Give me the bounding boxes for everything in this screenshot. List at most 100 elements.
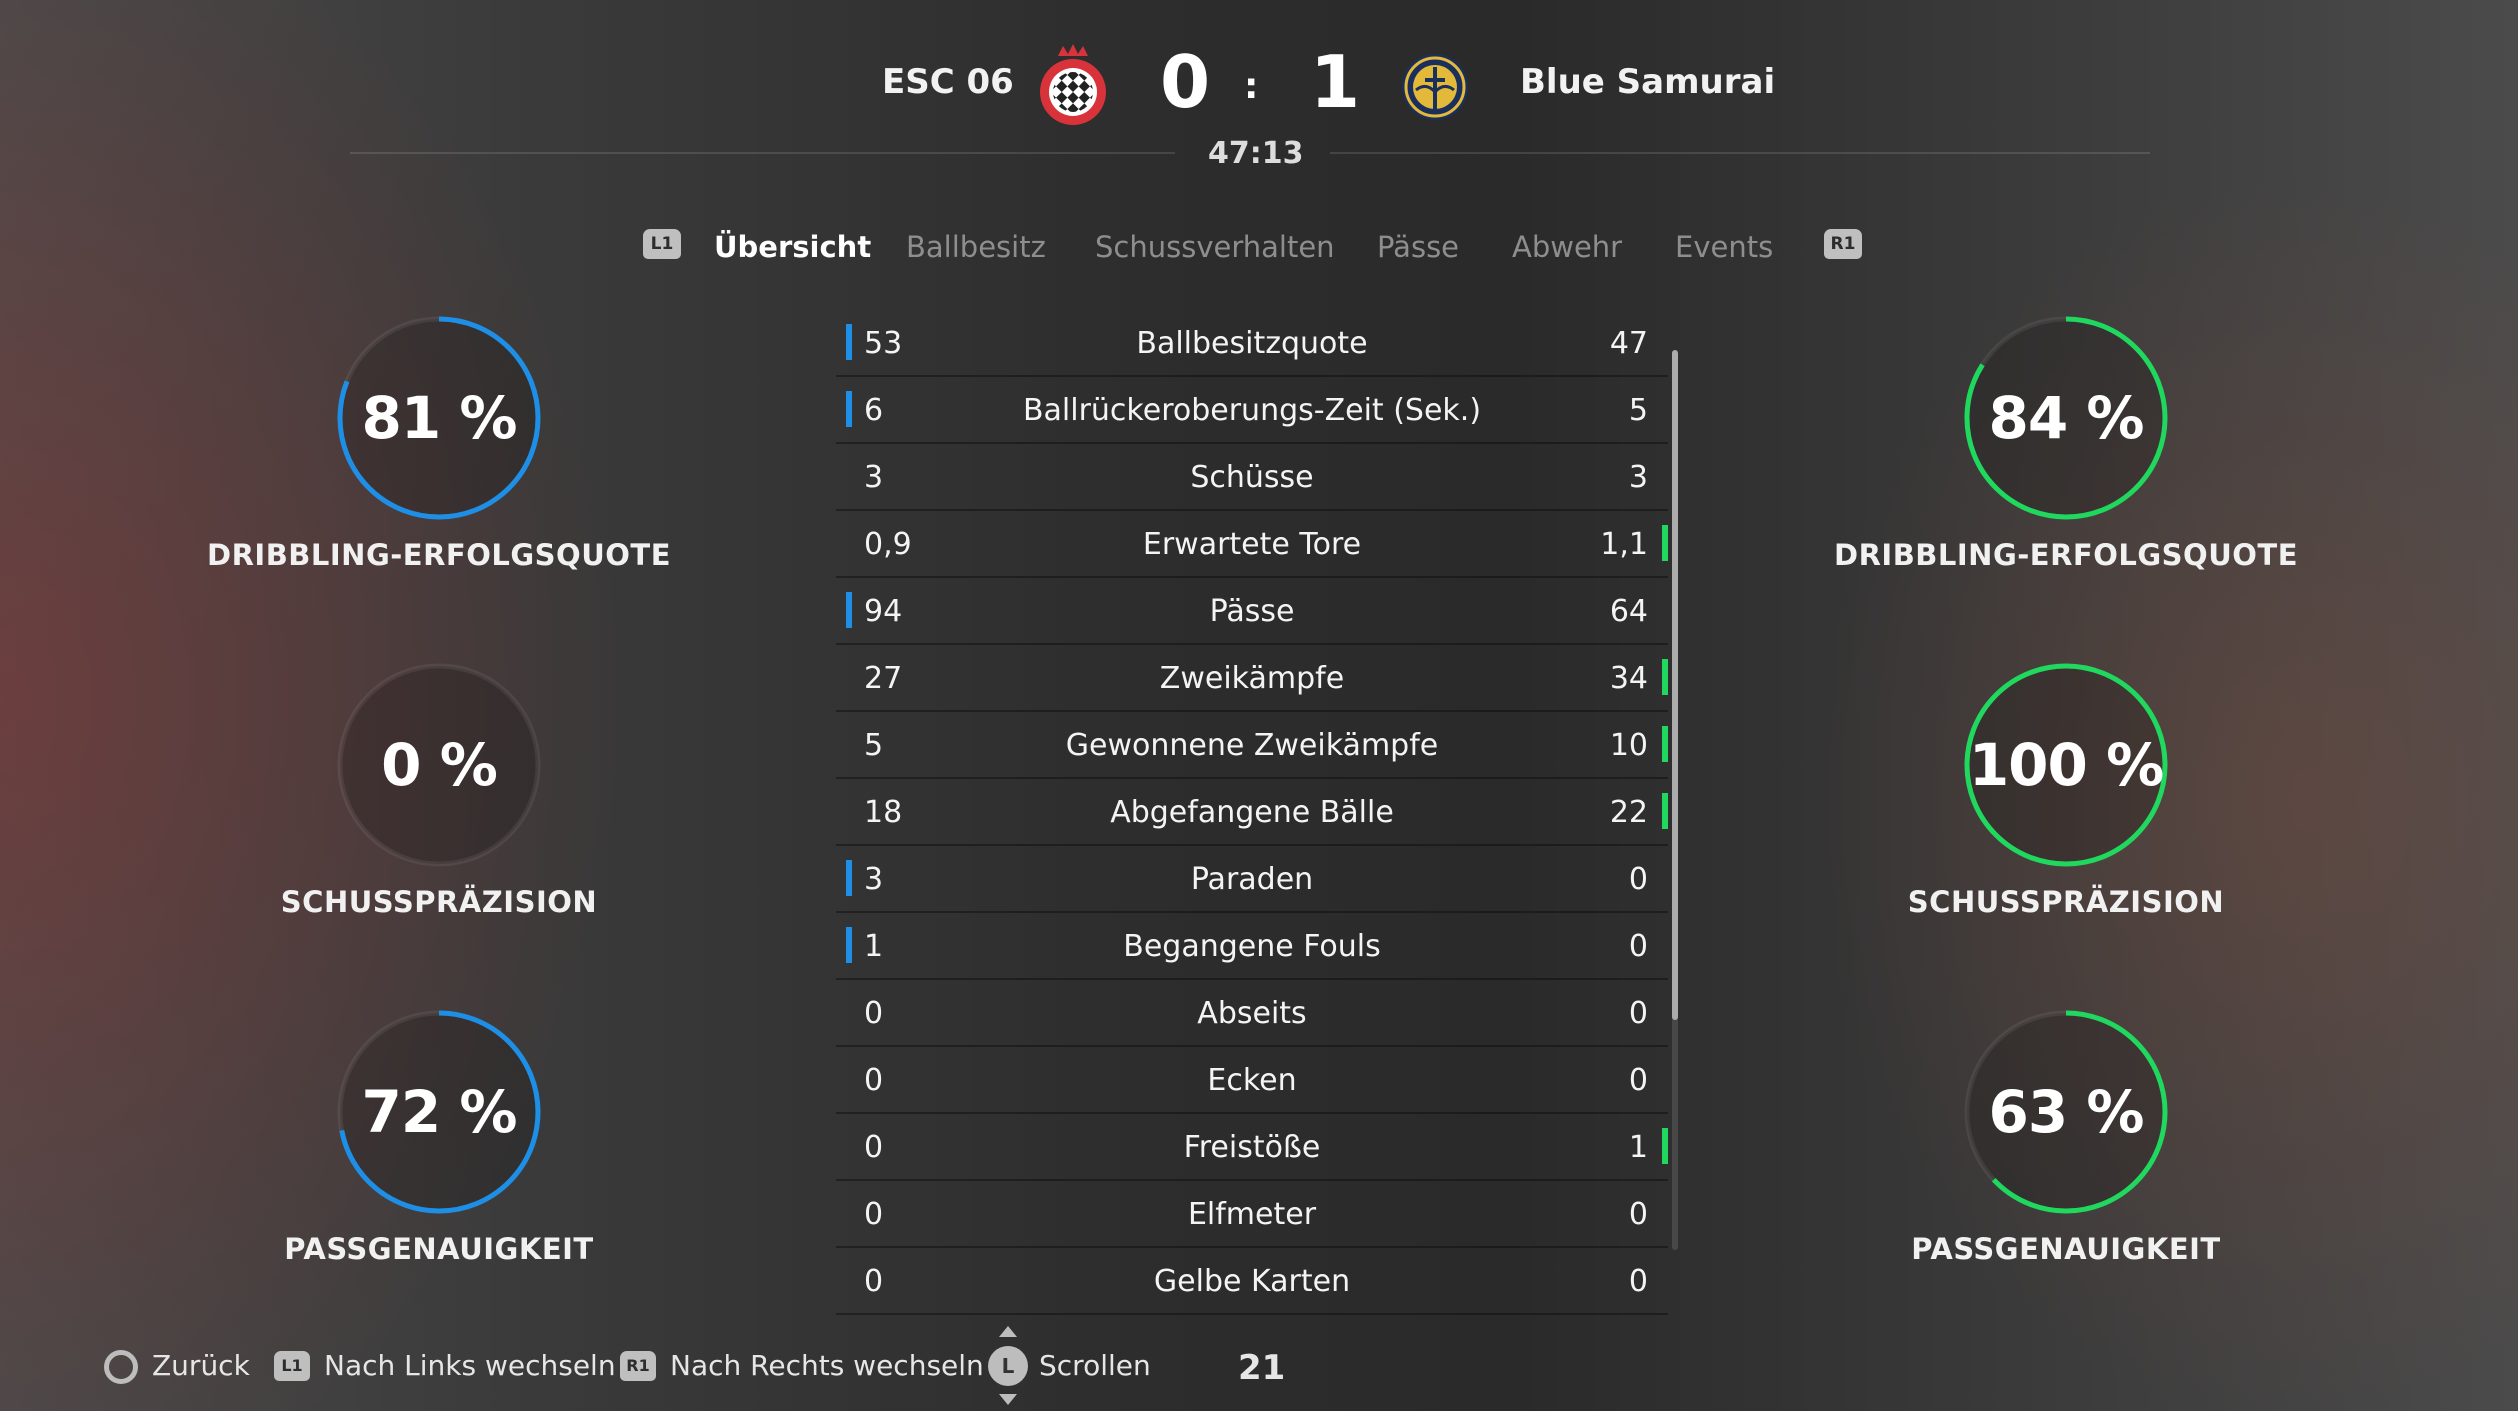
- stats-row: 53 Ballbesitzquote 47: [836, 310, 1668, 377]
- stat-away-value: 1,1: [1600, 527, 1648, 562]
- stat-home-value: 1: [864, 929, 884, 964]
- stat-name: Ecken: [1207, 1063, 1297, 1098]
- stats-row: 0 Ecken 0: [836, 1047, 1668, 1114]
- tab-uebersicht[interactable]: Übersicht: [714, 230, 871, 264]
- stat-away-value: 47: [1609, 326, 1648, 361]
- stat-home-value: 94: [864, 594, 903, 629]
- match-timer: 47:13: [1208, 136, 1304, 171]
- stat-name: Pässe: [1209, 594, 1295, 629]
- stat-away-value: 34: [1609, 661, 1648, 696]
- tab-schussverhalten[interactable]: Schussverhalten: [1095, 230, 1335, 264]
- home-shot-accuracy-value: 0 %: [381, 731, 498, 799]
- stats-row: 3 Paraden 0: [836, 846, 1668, 913]
- stat-away-value: 1: [1628, 1130, 1648, 1165]
- stats-row: 0 Abseits 0: [836, 980, 1668, 1047]
- stat-home-value: 0: [864, 1063, 884, 1098]
- stats-row: 0 Gelbe Karten 0: [836, 1248, 1668, 1315]
- scroll-action[interactable]: Scrollen: [1039, 1349, 1151, 1382]
- home-shot-accuracy-ring: 0 %: [334, 660, 544, 870]
- home-lead-indicator: [846, 324, 852, 360]
- home-shot-accuracy-label: SCHUSSPRÄZISION: [280, 885, 598, 919]
- stat-away-value: 10: [1609, 728, 1648, 763]
- stat-home-value: 3: [864, 460, 884, 495]
- away-shot-accuracy-ring: 100 %: [1961, 660, 2171, 870]
- stat-name: Ballbesitzquote: [1136, 326, 1368, 361]
- stat-name: Ballrückeroberungs-Zeit (Sek.): [1022, 393, 1482, 428]
- home-lead-indicator: [846, 592, 852, 628]
- stat-name: Gelbe Karten: [1153, 1264, 1351, 1299]
- stat-name: Paraden: [1190, 862, 1314, 897]
- home-dribbling-value: 81 %: [361, 384, 517, 452]
- stat-name: Elfmeter: [1187, 1197, 1317, 1232]
- stat-home-value: 0: [864, 996, 884, 1031]
- stat-home-value: 5: [864, 728, 884, 763]
- home-team-name: ESC 06: [882, 62, 1014, 102]
- home-lead-indicator: [846, 860, 852, 896]
- stat-name: Begangene Fouls: [1123, 929, 1381, 964]
- stat-name: Freistöße: [1183, 1130, 1321, 1165]
- stats-scrollbar[interactable]: [1672, 350, 1678, 1250]
- tab-events[interactable]: Events: [1675, 230, 1773, 264]
- switch-right-action[interactable]: Nach Rechts wechseln: [670, 1349, 984, 1382]
- away-pass-accuracy-label: PASSGENAUIGKEIT: [1911, 1232, 2221, 1266]
- stick-up-arrow-icon: [999, 1326, 1017, 1337]
- r1-button-icon: R1: [620, 1351, 656, 1381]
- stat-away-value: 0: [1628, 862, 1648, 897]
- home-dribbling-ring: 81 %: [334, 313, 544, 523]
- r1-tab-button[interactable]: R1: [1824, 229, 1862, 259]
- stat-home-value: 0: [864, 1264, 884, 1299]
- stat-name: Erwartete Tore: [1142, 527, 1362, 562]
- header-divider-left: [350, 152, 1175, 154]
- stat-away-value: 3: [1628, 460, 1648, 495]
- stats-row: 0,9 Erwartete Tore 1,1: [836, 511, 1668, 578]
- stat-home-value: 18: [864, 795, 903, 830]
- away-dribbling-value: 84 %: [1988, 384, 2144, 452]
- home-pass-accuracy-value: 72 %: [361, 1078, 517, 1146]
- stat-away-value: 22: [1609, 795, 1648, 830]
- away-lead-indicator: [1662, 1128, 1668, 1164]
- away-shot-accuracy-label: SCHUSSPRÄZISION: [1907, 885, 2225, 919]
- stat-away-value: 0: [1628, 1264, 1648, 1299]
- stick-down-arrow-icon: [999, 1394, 1017, 1405]
- away-team-name: Blue Samurai: [1520, 62, 1776, 102]
- stat-away-value: 0: [1628, 929, 1648, 964]
- stat-name: Gewonnene Zweikämpfe: [1065, 728, 1439, 763]
- away-lead-indicator: [1662, 726, 1668, 762]
- circle-button-icon: [104, 1350, 138, 1384]
- away-lead-indicator: [1662, 525, 1668, 561]
- stat-home-value: 3: [864, 862, 884, 897]
- switch-left-action[interactable]: Nach Links wechseln: [324, 1349, 616, 1382]
- stat-away-value: 0: [1628, 1063, 1648, 1098]
- stat-name: Schüsse: [1190, 460, 1314, 495]
- tab-ballbesitz[interactable]: Ballbesitz: [906, 230, 1046, 264]
- home-pass-accuracy-ring: 72 %: [334, 1007, 544, 1217]
- stat-name: Zweikämpfe: [1159, 661, 1345, 696]
- away-shot-accuracy-value: 100 %: [1968, 731, 2164, 799]
- home-dribbling-label: DRIBBLING-ERFOLGSQUOTE: [207, 538, 671, 572]
- tab-abwehr[interactable]: Abwehr: [1512, 230, 1622, 264]
- away-dribbling-ring: 84 %: [1961, 313, 2171, 523]
- stats-scrollbar-thumb[interactable]: [1672, 350, 1678, 1020]
- page-number: 21: [1238, 1348, 1286, 1388]
- away-lead-indicator: [1662, 793, 1668, 829]
- stat-away-value: 5: [1628, 393, 1648, 428]
- home-score: 0: [1160, 40, 1211, 124]
- l1-tab-button[interactable]: L1: [643, 229, 681, 259]
- score-separator: :: [1244, 66, 1259, 107]
- stat-home-value: 6: [864, 393, 884, 428]
- stats-row: 3 Schüsse 3: [836, 444, 1668, 511]
- left-stick-icon: L: [988, 1346, 1028, 1386]
- stats-row: 27 Zweikämpfe 34: [836, 645, 1668, 712]
- away-pass-accuracy-ring: 63 %: [1961, 1007, 2171, 1217]
- stats-table[interactable]: 53 Ballbesitzquote 47 6 Ballrückeroberungs-Z…: [836, 310, 1668, 1315]
- back-action[interactable]: Zurück: [152, 1349, 250, 1382]
- home-lead-indicator: [846, 927, 852, 963]
- home-lead-indicator: [846, 391, 852, 427]
- stat-name: Abgefangene Bälle: [1110, 795, 1394, 830]
- away-score: 1: [1310, 40, 1361, 124]
- stat-home-value: 53: [864, 326, 903, 361]
- tab-paesse[interactable]: Pässe: [1377, 230, 1459, 264]
- away-lead-indicator: [1662, 659, 1668, 695]
- stat-away-value: 0: [1628, 1197, 1648, 1232]
- away-pass-accuracy-value: 63 %: [1988, 1078, 2144, 1146]
